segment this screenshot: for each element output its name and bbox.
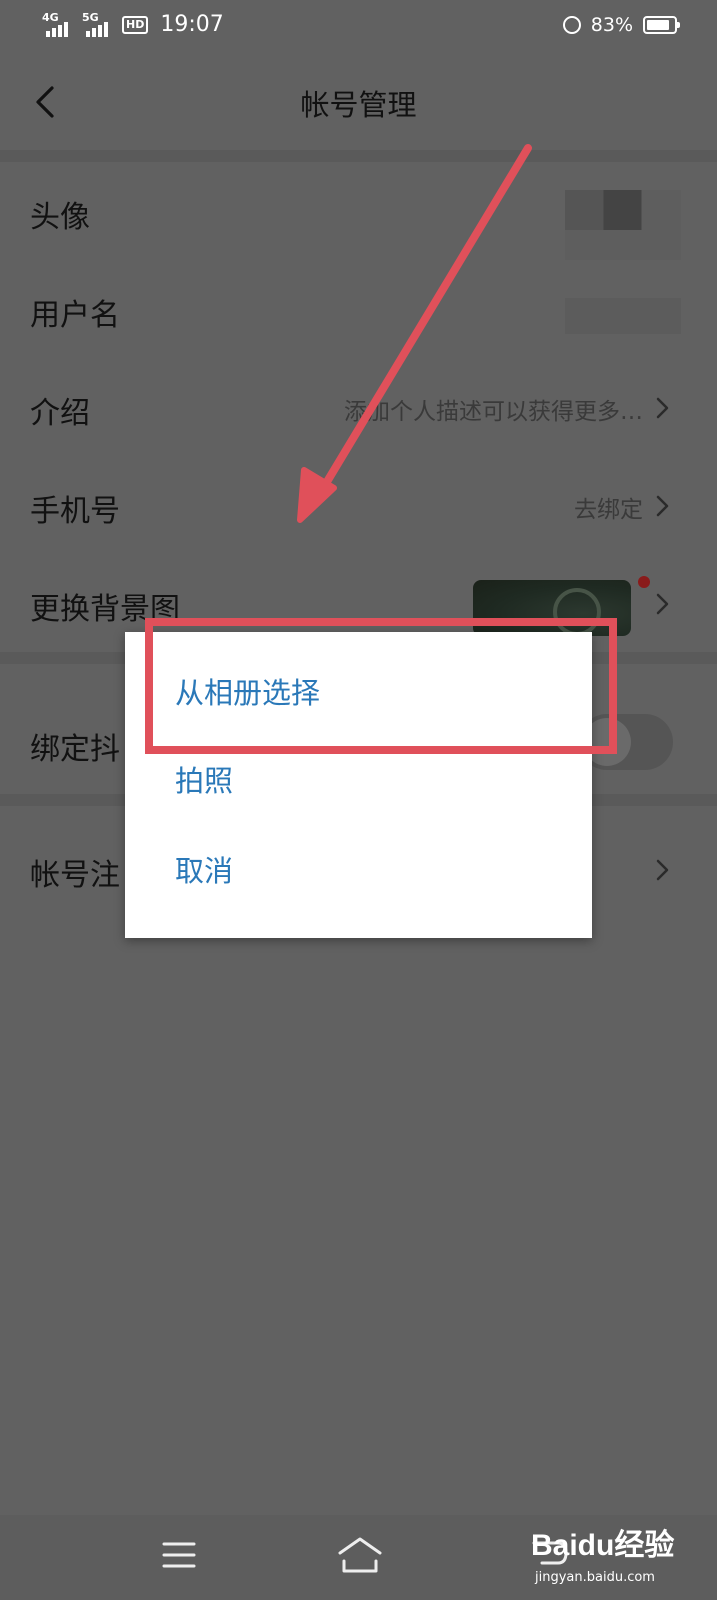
- row-phone-label: 手机号: [30, 494, 120, 529]
- battery-fill: [647, 20, 669, 30]
- annotation-highlight-box: [145, 618, 617, 754]
- row-avatar[interactable]: 头像: [0, 162, 717, 260]
- watermark-logo: Baidu经验: [531, 1529, 675, 1562]
- chevron-right-icon: [656, 593, 669, 615]
- home-icon[interactable]: [336, 1535, 384, 1575]
- hd-voice-icon: HD: [122, 15, 149, 34]
- row-phone[interactable]: 手机号 去绑定: [0, 456, 717, 554]
- screen: 4G 5G HD 19:07 83% 帐号管理 头像 用户名 介绍 添加个人描述…: [0, 0, 717, 1600]
- chevron-right-icon: [656, 859, 669, 881]
- watermark-url: jingyan.baidu.com: [535, 1570, 655, 1585]
- signal-4g-icon: 4G: [42, 11, 74, 37]
- row-username[interactable]: 用户名: [0, 260, 717, 358]
- row-intro-value: 添加个人描述可以获得更多…: [344, 399, 643, 425]
- status-left: 4G 5G HD 19:07: [42, 11, 224, 38]
- battery-percent: 83%: [590, 14, 633, 36]
- row-account-cancel-label: 帐号注: [30, 858, 120, 893]
- chevron-right-icon: [656, 397, 669, 419]
- baidu-jingyan-watermark: Baidu经验 jingyan.baidu.com: [531, 1520, 681, 1590]
- signal-5g-icon: 5G: [82, 11, 114, 37]
- status-bar: 4G 5G HD 19:07 83%: [0, 0, 717, 54]
- option-cancel[interactable]: 取消: [175, 848, 233, 890]
- row-username-label: 用户名: [30, 298, 120, 333]
- header: 帐号管理: [0, 54, 717, 150]
- option-take-photo[interactable]: 拍照: [175, 758, 233, 800]
- chevron-right-icon: [656, 495, 669, 517]
- avatar-image[interactable]: [565, 190, 681, 230]
- page-title: 帐号管理: [300, 88, 417, 122]
- row-bind-label: 绑定抖: [30, 732, 120, 767]
- avatar-image-lower: [565, 230, 681, 260]
- section-divider: [0, 150, 717, 162]
- row-intro[interactable]: 介绍 添加个人描述可以获得更多…: [0, 358, 717, 456]
- row-intro-label: 介绍: [30, 396, 90, 431]
- status-right: 83%: [562, 14, 680, 36]
- row-avatar-label: 头像: [30, 200, 90, 235]
- username-value: [565, 298, 681, 334]
- battery-icon: [643, 16, 680, 34]
- alarm-icon: [562, 16, 581, 34]
- status-time: 19:07: [160, 12, 224, 37]
- new-badge-dot: [638, 576, 650, 588]
- row-phone-value: 去绑定: [574, 497, 643, 523]
- menu-icon[interactable]: [162, 1540, 196, 1570]
